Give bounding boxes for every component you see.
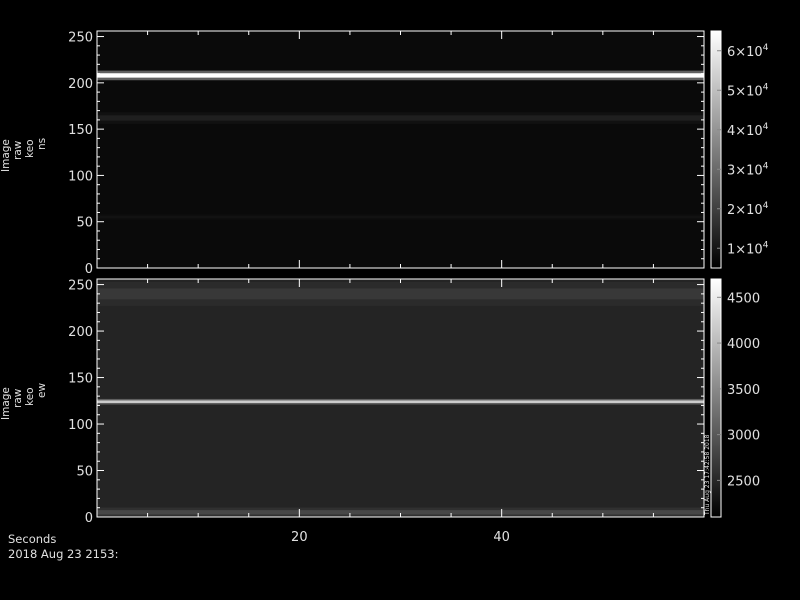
colorbar-tick-label: 4×104: [727, 122, 769, 139]
heatmap-band: [97, 73, 704, 78]
y-label-line: ew: [36, 382, 48, 398]
keogram-ew-panel: 0 50 100 150 200 250 2500 3000 3500 4000 4500 Thu A…: [68, 278, 760, 526]
colorbar-tick-label: 2500: [727, 474, 760, 489]
x-axis-label: Seconds: [8, 532, 57, 546]
y-tick-label: 50: [76, 216, 93, 231]
heatmap-band: [97, 215, 704, 219]
heatmap-background: [97, 31, 704, 268]
colorbar-tick-label: 3×104: [727, 161, 769, 178]
colorbar-tick-label: 2×104: [727, 201, 769, 218]
colorbar: [710, 30, 722, 269]
y-tick-label: 200: [68, 325, 93, 340]
y-label-ns: Image raw keo ns: [0, 138, 48, 172]
y-label-line: raw: [12, 388, 24, 408]
colorbar-tick-label: 6×104: [727, 43, 769, 60]
keogram-ns-panel: 0 50 100 150 200 250 1×104 2×104 3×104 4×104 5×104…: [68, 30, 769, 277]
x-tick-label: 20: [291, 530, 308, 545]
y-label-line: raw: [12, 140, 24, 160]
heatmap-background: [97, 279, 704, 517]
y-label-line: keo: [24, 139, 36, 158]
colorbar-tick-label: 5×104: [727, 82, 769, 99]
y-tick-label: 0: [85, 511, 93, 526]
y-tick-label: 100: [68, 169, 93, 184]
y-tick-label: 200: [68, 77, 93, 92]
y-tick-label: 150: [68, 123, 93, 138]
x-axis-sublabel: 2018 Aug 23 2153:: [8, 547, 119, 561]
keogram-figure: 0501001502002501×1042×1043×1044×1045×104…: [68, 30, 769, 545]
heatmap-band: [97, 400, 704, 403]
y-tick-label: 100: [68, 418, 93, 433]
x-axis: 20 40: [291, 530, 510, 545]
y-tick-label: 50: [76, 465, 93, 480]
colorbar-tick-label: 3500: [727, 383, 760, 398]
colorbar-tick-label: 3000: [727, 429, 760, 444]
x-tick-label: 40: [493, 530, 510, 545]
colorbar-timestamp: Thu Aug 23 17:42:58 2018: [704, 434, 711, 516]
y-label-line: Image: [0, 387, 12, 420]
y-tick-label: 250: [68, 31, 93, 46]
y-tick-label: 250: [68, 279, 93, 294]
heatmap-band: [97, 288, 704, 300]
colorbar-tick-label: 4000: [727, 337, 760, 352]
colorbar-tick-label: 4500: [727, 291, 760, 306]
y-label-line: Image: [0, 139, 12, 172]
y-tick-label: 150: [68, 372, 93, 387]
y-label-line: keo: [24, 387, 36, 406]
colorbar-tick-label: 1×104: [727, 240, 769, 257]
y-label-line: ns: [36, 137, 48, 150]
heatmap-band: [97, 115, 704, 121]
colorbar: [710, 278, 722, 518]
y-tick-label: 0: [85, 262, 93, 277]
y-label-ew: Image raw keo ew: [0, 383, 48, 420]
